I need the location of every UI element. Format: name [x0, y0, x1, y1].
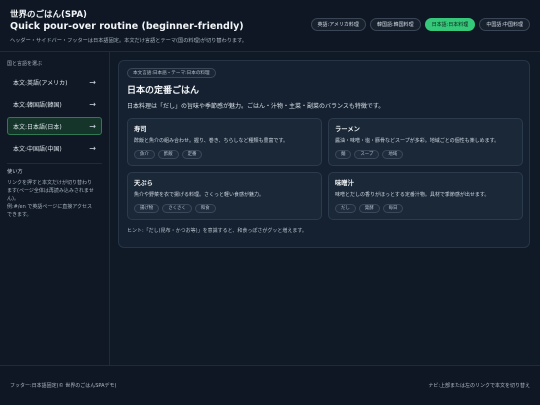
dish-name: 天ぷら	[134, 180, 153, 187]
dish-card-sushi: 寿司 酢飯と魚介の組み合わせ。握り、巻き、ちらしなど種類も豊富です。 魚介 酢飯…	[127, 118, 322, 166]
tag: 毎日	[382, 204, 404, 213]
footer-nav-note: ナビ:上部または左のリンクで本文を切り替え	[428, 383, 530, 389]
tag-list: 揚げ物 さくさく 和食	[134, 204, 315, 213]
tag: 発酵	[358, 204, 380, 213]
tab-english-american[interactable]: 英語:アメリカ料理	[310, 18, 366, 31]
tag: 定番	[181, 150, 203, 159]
arrow-right-icon: →	[89, 143, 96, 153]
dish-name: 味噌汁	[335, 180, 354, 187]
dish-name: ラーメン	[335, 126, 360, 133]
sidebar: 国と言語を選ぶ 本文:英語(アメリカ) → 本文:韓国語(韓国) → 本文:日本…	[0, 52, 110, 365]
dish-description: 味噌とだしの香りがほっとする定番汁物。具材で季節感が出せます。	[335, 192, 490, 198]
context-badge: 本文言語:日本語・テーマ:日本の料理	[127, 68, 216, 78]
main-content-card: 本文言語:日本語・テーマ:日本の料理 日本の定番ごはん 日本料理は「だし」の旨味…	[118, 60, 530, 248]
howto-text: リンクを押すと本文だけが切り替わり ます(ページ全体は再読み込みされませ ん)。…	[7, 179, 102, 219]
howto-title: 使い方	[7, 169, 23, 175]
tab-japanese-japanese[interactable]: 日本語:日本料理	[424, 18, 476, 31]
sidebar-item-label: 本文:中国語(中国)	[13, 145, 62, 153]
tab-chinese-chinese[interactable]: 中国語:中国料理	[479, 18, 530, 31]
tag: 酢飯	[157, 150, 179, 159]
arrow-right-icon: →	[89, 77, 96, 87]
dish-description: 魚介や野菜を衣で揚げる料理。さくっと軽い食感が魅力。	[134, 192, 265, 198]
dish-card-ramen: ラーメン 醤油・味噌・塩・豚骨などスープが多彩。地域ごとの個性も楽しめます。 麺…	[328, 118, 523, 166]
arrow-right-icon: →	[89, 121, 96, 131]
howto-line: できます。	[7, 212, 32, 218]
tag: スープ	[354, 150, 380, 159]
tag: 和食	[194, 204, 216, 213]
dish-card-tempura: 天ぷら 魚介や野菜を衣で揚げる料理。さくっと軽い食感が魅力。 揚げ物 さくさく …	[127, 172, 322, 220]
hint-text: ヒント:「だし(昆布・かつお等)」を意識すると、和食っぽさがグッと増えます。	[127, 228, 307, 234]
dish-description: 酢飯と魚介の組み合わせ。握り、巻き、ちらしなど種類も豊富です。	[134, 138, 288, 144]
dish-card-miso-soup: 味噌汁 味噌とだしの香りがほっとする定番汁物。具材で季節感が出せます。 だし 発…	[328, 172, 523, 220]
page-title: 日本の定番ごはん	[127, 86, 200, 96]
tag: だし	[335, 204, 356, 213]
sidebar-item-label: 本文:英語(アメリカ)	[13, 79, 68, 87]
language-tabs: 英語:アメリカ料理 韓国語:韓国料理 日本語:日本料理 中国語:中国料理	[310, 18, 530, 31]
footer-copyright: フッター:日本語固定(© 世界のごはんSPAデモ)	[10, 383, 117, 389]
tag: 魚介	[134, 150, 155, 159]
sidebar-item-chinese[interactable]: 本文:中国語(中国) →	[7, 139, 102, 157]
sidebar-item-japanese[interactable]: 本文:日本語(日本) →	[7, 117, 102, 135]
dish-name: 寿司	[134, 126, 147, 133]
howto-line: ます(ページ全体は再読み込みされませ	[7, 188, 94, 194]
sidebar-item-label: 本文:韓国語(韓国)	[13, 101, 62, 109]
header-note: ヘッダー・サイドバー・フッターは日本語固定。本文だけ言語とテーマ(国の料理)が切…	[10, 38, 247, 44]
header: 世界のごはん(SPA) Quick pour-over routine (beg…	[0, 0, 540, 52]
tag: 揚げ物	[134, 204, 160, 213]
tag-list: 麺 スープ 地域	[335, 150, 516, 159]
howto-line: ん)。	[7, 196, 19, 202]
footer: フッター:日本語固定(© 世界のごはんSPAデモ) ナビ:上部または左のリンクで…	[0, 365, 540, 405]
tag: さくさく	[162, 204, 192, 213]
sidebar-heading: 国と言語を選ぶ	[7, 61, 43, 67]
tag: 地域	[382, 150, 404, 159]
dish-grid: 寿司 酢飯と魚介の組み合わせ。握り、巻き、ちらしなど種類も豊富です。 魚介 酢飯…	[127, 118, 523, 220]
sidebar-item-english[interactable]: 本文:英語(アメリカ) →	[7, 73, 102, 91]
tab-korean-korean[interactable]: 韓国語:韓国料理	[369, 18, 421, 31]
howto-line: リンクを押すと本文だけが切り替わり	[7, 180, 93, 186]
tag: 麺	[335, 150, 352, 159]
sidebar-item-korean[interactable]: 本文:韓国語(韓国) →	[7, 95, 102, 113]
dish-description: 醤油・味噌・塩・豚骨などスープが多彩。地域ごとの個性も楽しめます。	[335, 138, 500, 144]
arrow-right-icon: →	[89, 99, 96, 109]
sidebar-divider	[7, 163, 102, 164]
tag-list: 魚介 酢飯 定番	[134, 150, 315, 159]
tag-list: だし 発酵 毎日	[335, 204, 516, 213]
lead-text: 日本料理は「だし」の旨味や季節感が魅力。ごはん・汁物・主菜・副菜のバランスも特徴…	[127, 103, 385, 110]
sidebar-item-label: 本文:日本語(日本)	[13, 123, 62, 131]
howto-line: 例:#/en で英語ページに直接アクセス	[7, 204, 93, 210]
